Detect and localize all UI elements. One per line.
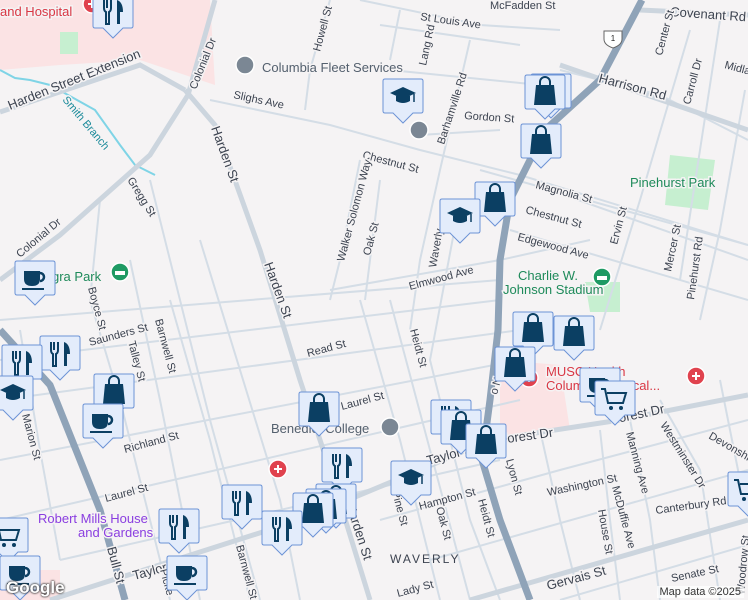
university-icon[interactable] xyxy=(409,120,429,140)
street-label: Slighs Ave xyxy=(232,89,285,111)
shopping-marker[interactable] xyxy=(524,74,566,120)
grocery-marker[interactable] xyxy=(727,471,748,517)
street-label: Howell St xyxy=(311,5,335,53)
stadium-label[interactable]: Johnson Stadium xyxy=(502,281,605,299)
street-label: Covenant Rd xyxy=(670,4,747,24)
street-label: Heidt St xyxy=(407,328,429,369)
street-label: McFadden St xyxy=(490,0,555,12)
park-icon[interactable] xyxy=(110,262,130,282)
map-canvas[interactable]: 1 and Hospital Columbia Fleet Services M… xyxy=(0,0,748,600)
neighborhood-label: WAVERLY xyxy=(390,552,460,566)
street-label: Pinehurst Rd xyxy=(685,236,706,301)
stadium-label[interactable]: Charlie W. xyxy=(517,267,580,285)
street-label: Harden St xyxy=(208,124,242,184)
street-label: Edgewood Ave xyxy=(516,231,590,262)
cafe-marker[interactable] xyxy=(14,260,56,306)
hospital-label: and Hospital xyxy=(0,4,72,19)
street-label: Barnwell St xyxy=(233,544,259,600)
street-label: Oak St xyxy=(361,221,381,257)
robert-mills-label[interactable]: Robert Mills House xyxy=(37,510,150,528)
street-label: House St xyxy=(595,508,615,555)
street-label: Boyce St xyxy=(85,286,108,332)
shopping-marker[interactable] xyxy=(553,315,595,361)
street-label: Lady St xyxy=(396,579,435,600)
street-label: Oak St xyxy=(433,506,453,542)
street-label: Barhamville Rd xyxy=(435,71,469,146)
street-label: Carroll Dr xyxy=(681,57,705,106)
school-marker[interactable] xyxy=(439,198,481,244)
hospital-icon[interactable] xyxy=(268,459,288,479)
street-label: Laurel St xyxy=(104,482,150,505)
street-label: Manning Ave xyxy=(623,431,651,495)
street-label: Center St xyxy=(653,9,677,57)
cafe-marker[interactable] xyxy=(82,403,124,449)
street-label: Westminster Dr xyxy=(657,420,707,491)
street-label: Barnwell St xyxy=(152,318,178,375)
shopping-marker[interactable] xyxy=(465,423,507,469)
street-label: Magnolia St xyxy=(534,179,593,206)
restaurant-marker[interactable] xyxy=(158,508,200,554)
school-marker[interactable] xyxy=(382,78,424,124)
columbia-fleet-services-label[interactable]: Columbia Fleet Services xyxy=(261,59,405,77)
street-label: Richland St xyxy=(123,430,180,456)
street-label: Canterbury Rd xyxy=(655,495,728,517)
hospital-icon[interactable] xyxy=(686,366,706,386)
street-label: Harrison Rd xyxy=(597,70,668,102)
robert-mills-label[interactable]: and Gardens xyxy=(77,524,156,542)
stadium-icon[interactable] xyxy=(592,267,612,287)
map-attribution[interactable]: Map data ©2025 xyxy=(656,586,744,598)
restaurant-marker[interactable] xyxy=(39,335,81,381)
street-label: Devonshire xyxy=(707,430,748,468)
street-label: Harden St xyxy=(261,260,295,320)
street-labels: and Hospital Columbia Fleet Services McF… xyxy=(0,0,748,600)
street-label: Gregg St xyxy=(124,175,158,219)
svg-text:1: 1 xyxy=(611,34,616,43)
street-label: Chestnut St xyxy=(524,204,583,230)
green-area xyxy=(60,32,78,54)
google-logo[interactable]: Google xyxy=(6,578,65,598)
pinehurst-park-label[interactable]: Pinehurst Park xyxy=(629,174,718,192)
street-label: Marion St xyxy=(19,413,43,462)
government-icon[interactable] xyxy=(235,55,255,75)
street-label: Lyon St xyxy=(503,458,524,497)
university-icon[interactable] xyxy=(380,417,400,437)
street-label: Midla xyxy=(723,59,748,78)
grocery-marker[interactable] xyxy=(0,517,29,563)
street-label: Elmwood Ave xyxy=(408,264,475,293)
restaurant-marker[interactable] xyxy=(261,510,303,556)
allegra-park-label[interactable]: gra Park xyxy=(51,268,104,286)
street-label: Gordon St xyxy=(464,110,515,125)
